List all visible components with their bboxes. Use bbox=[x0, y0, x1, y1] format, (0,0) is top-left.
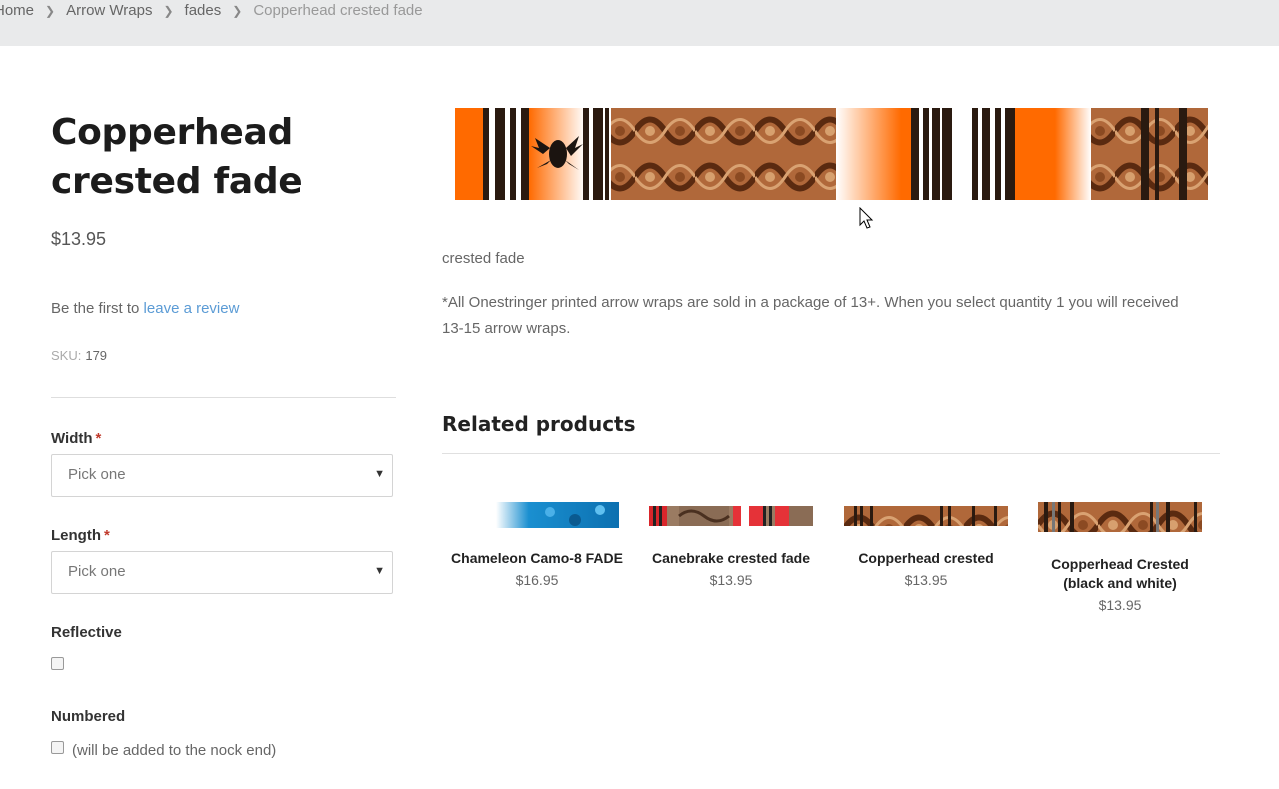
related-product-card[interactable]: Chameleon Camo-8 FADE $16.95 bbox=[447, 502, 627, 588]
length-select-value: Pick one bbox=[68, 563, 126, 580]
numbered-note: (will be added to the nock end) bbox=[72, 742, 277, 759]
related-product-name[interactable]: Copperhead Crested (black and white) bbox=[1030, 555, 1210, 593]
chevron-right-icon: ❯ bbox=[232, 3, 243, 18]
short-description: crested fade bbox=[442, 250, 525, 267]
related-product-price: $13.95 bbox=[904, 572, 948, 588]
length-label: Length * bbox=[51, 527, 110, 544]
numbered-checkbox[interactable] bbox=[51, 741, 64, 754]
product-image bbox=[455, 108, 1208, 200]
product-thumbnail bbox=[455, 502, 619, 528]
dropdown-arrow-icon: ▼ bbox=[374, 565, 385, 577]
width-select[interactable]: Pick one ▼ bbox=[51, 454, 393, 497]
sku-value: 179 bbox=[85, 348, 108, 363]
related-product-card[interactable]: Copperhead Crested (black and white) $13… bbox=[1030, 502, 1210, 613]
review-prompt: Be the first to leave a review bbox=[51, 300, 239, 317]
numbered-label: Numbered bbox=[51, 708, 126, 725]
width-label-text: Width bbox=[51, 430, 93, 447]
product-thumbnail bbox=[649, 506, 813, 526]
required-mark: * bbox=[104, 527, 110, 544]
breadcrumb: Home ❯ Arrow Wraps ❯ fades ❯ Copperhead … bbox=[0, 2, 423, 19]
leave-review-link[interactable]: leave a review bbox=[144, 300, 240, 317]
dropdown-arrow-icon: ▼ bbox=[374, 468, 385, 480]
breadcrumb-home[interactable]: Home bbox=[0, 2, 34, 19]
related-product-price: $13.95 bbox=[1098, 597, 1142, 613]
breadcrumb-current: Copperhead crested fade bbox=[253, 2, 423, 19]
breadcrumb-bar: Home ❯ Arrow Wraps ❯ fades ❯ Copperhead … bbox=[0, 0, 1279, 46]
long-description: *All Onestringer printed arrow wraps are… bbox=[442, 294, 1179, 337]
product-thumbnail bbox=[1038, 502, 1202, 532]
chevron-right-icon: ❯ bbox=[45, 3, 56, 18]
related-product-price: $16.95 bbox=[515, 572, 559, 588]
related-products-heading: Related products bbox=[442, 412, 636, 436]
width-select-value: Pick one bbox=[68, 466, 126, 483]
review-prefix: Be the first to bbox=[51, 300, 140, 317]
breadcrumb-fades[interactable]: fades bbox=[185, 2, 222, 19]
sku-label: SKU: bbox=[51, 348, 82, 363]
related-product-card[interactable]: Canebrake crested fade $13.95 bbox=[641, 506, 821, 588]
related-product-name[interactable]: Canebrake crested fade bbox=[641, 549, 821, 568]
related-product-name[interactable]: Copperhead crested bbox=[836, 549, 1016, 568]
related-product-name[interactable]: Chameleon Camo-8 FADE bbox=[447, 549, 627, 568]
length-label-text: Length bbox=[51, 527, 101, 544]
width-label: Width * bbox=[51, 430, 101, 447]
chevron-right-icon: ❯ bbox=[163, 3, 174, 18]
required-mark: * bbox=[95, 430, 102, 447]
reflective-checkbox[interactable] bbox=[51, 657, 64, 670]
mouse-cursor-icon bbox=[859, 207, 874, 229]
product-title: Copperhead crested fade bbox=[51, 112, 303, 202]
reflective-label: Reflective bbox=[51, 624, 122, 641]
related-product-card[interactable]: Copperhead crested $13.95 bbox=[836, 506, 1016, 588]
related-product-price: $13.95 bbox=[709, 572, 753, 588]
length-select[interactable]: Pick one ▼ bbox=[51, 551, 393, 594]
sku: SKU: 179 bbox=[51, 348, 107, 363]
divider bbox=[51, 397, 396, 398]
divider bbox=[442, 453, 1220, 454]
product-thumbnail bbox=[844, 506, 1008, 526]
product-price: $13.95 bbox=[51, 229, 107, 249]
breadcrumb-arrow-wraps[interactable]: Arrow Wraps bbox=[66, 2, 152, 19]
